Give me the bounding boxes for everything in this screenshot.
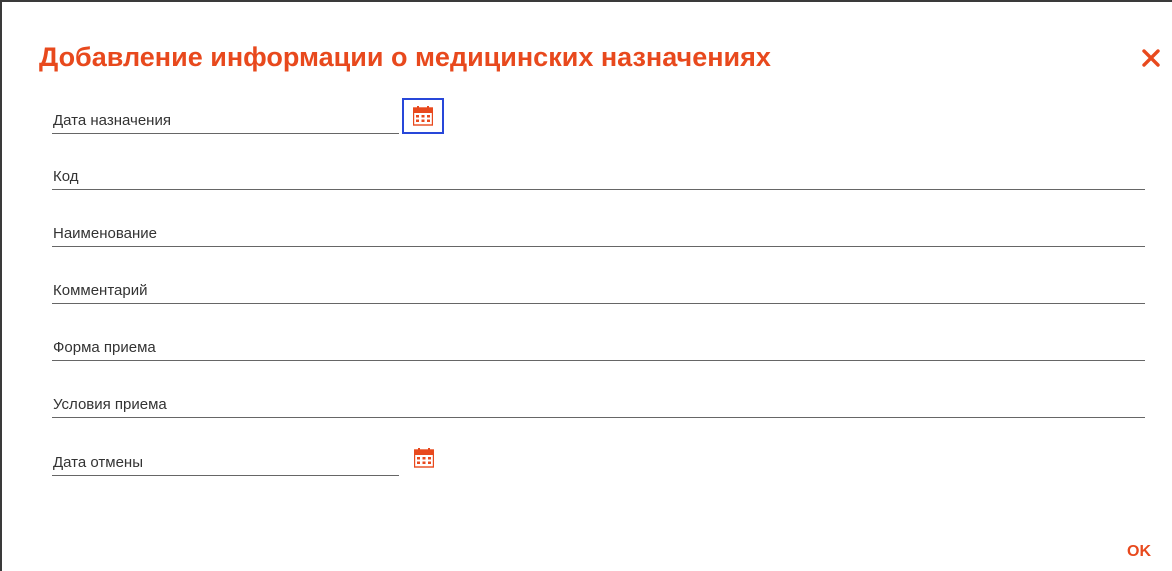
code-field[interactable]: Код (52, 160, 1145, 190)
calendar-icon (413, 106, 433, 126)
prescription-date-field[interactable]: Дата назначения (52, 104, 399, 134)
name-field[interactable]: Наименование (52, 217, 1145, 247)
comment-field[interactable]: Комментарий (52, 274, 1145, 304)
cancel-date-calendar-button[interactable] (403, 440, 445, 476)
ok-button[interactable]: OK (1127, 543, 1151, 561)
calendar-icon (414, 448, 434, 468)
conditions-field[interactable]: Условия приема (52, 388, 1145, 418)
cancel-date-label: Дата отмены (53, 454, 143, 471)
cancel-date-field[interactable]: Дата отмены (52, 446, 399, 476)
name-label: Наименование (53, 225, 157, 242)
prescription-date-label: Дата назначения (53, 112, 171, 129)
dosage-form-label: Форма приема (53, 339, 156, 356)
conditions-label: Условия приема (53, 396, 167, 413)
prescription-date-calendar-button[interactable] (402, 98, 444, 134)
code-label: Код (53, 168, 79, 185)
close-icon[interactable] (1140, 45, 1164, 69)
dosage-form-field[interactable]: Форма приема (52, 331, 1145, 361)
medical-prescription-dialog: Добавление информации о медицинских назн… (0, 0, 1172, 571)
comment-label: Комментарий (53, 282, 148, 299)
dialog-title: Добавление информации о медицинских назн… (39, 42, 771, 72)
